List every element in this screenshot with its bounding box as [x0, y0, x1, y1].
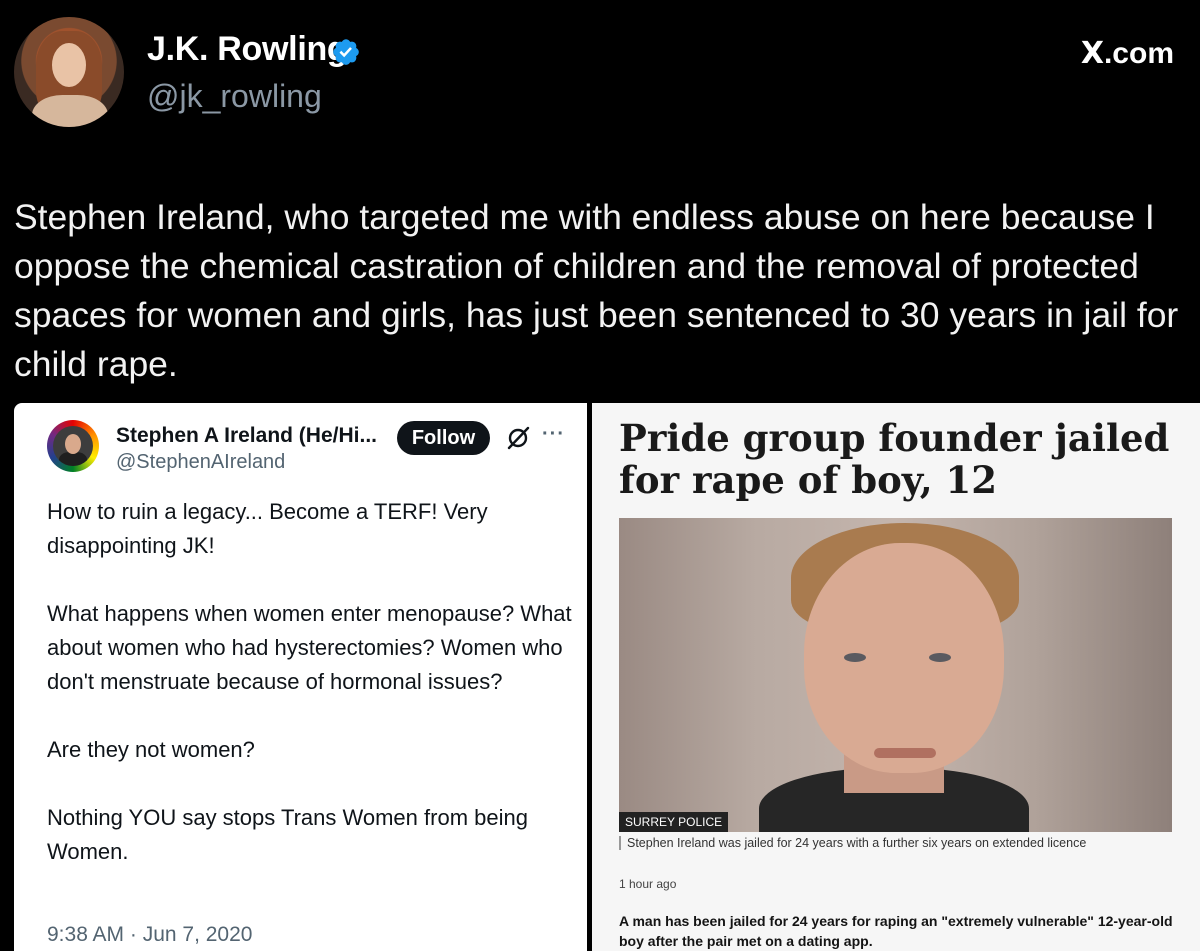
- photo-credit: SURREY POLICE: [619, 812, 729, 832]
- embedded-tweet-body: How to ruin a legacy... Become a TERF! V…: [47, 499, 572, 864]
- article-timestamp: 1 hour ago: [619, 877, 677, 891]
- embedded-timestamp: 9:38 AM · Jun 7, 2020: [47, 923, 253, 946]
- photo-caption: Stephen Ireland was jailed for 24 years …: [619, 836, 1179, 850]
- article-lede: A man has been jailed for 24 years for r…: [619, 913, 1173, 949]
- tweet-media[interactable]: Stephen A Ireland (He/Hi... @StephenAIre…: [14, 403, 1200, 951]
- news-article-screenshot: Pride group founder jailed for rape of b…: [592, 403, 1200, 951]
- x-logo-icon: X: [1080, 36, 1104, 71]
- more-options-icon: ···: [542, 423, 565, 445]
- tweet-text: Stephen Ireland, who targeted me with en…: [14, 197, 1179, 384]
- author-handle[interactable]: @jk_rowling: [147, 78, 322, 115]
- follow-button: Follow: [397, 421, 490, 455]
- tweet-header: J.K. Rowling @jk_rowling X.com: [0, 0, 1200, 140]
- embedded-tweet-screenshot: Stephen A Ireland (He/Hi... @StephenAIre…: [14, 403, 587, 951]
- embedded-handle: @StephenAIreland: [116, 451, 286, 473]
- author-avatar[interactable]: [14, 17, 124, 127]
- author-display-name[interactable]: J.K. Rowling: [147, 30, 348, 69]
- embedded-avatar: [47, 420, 99, 472]
- grok-icon: [507, 426, 530, 450]
- verified-badge-icon: [333, 39, 359, 65]
- source-link[interactable]: X.com: [1081, 36, 1174, 71]
- embedded-display-name: Stephen A Ireland (He/Hi...: [116, 424, 377, 447]
- article-headline: Pride group founder jailed for rape of b…: [619, 416, 1170, 502]
- source-domain: .com: [1103, 37, 1174, 70]
- mugshot-photo: [619, 518, 1172, 832]
